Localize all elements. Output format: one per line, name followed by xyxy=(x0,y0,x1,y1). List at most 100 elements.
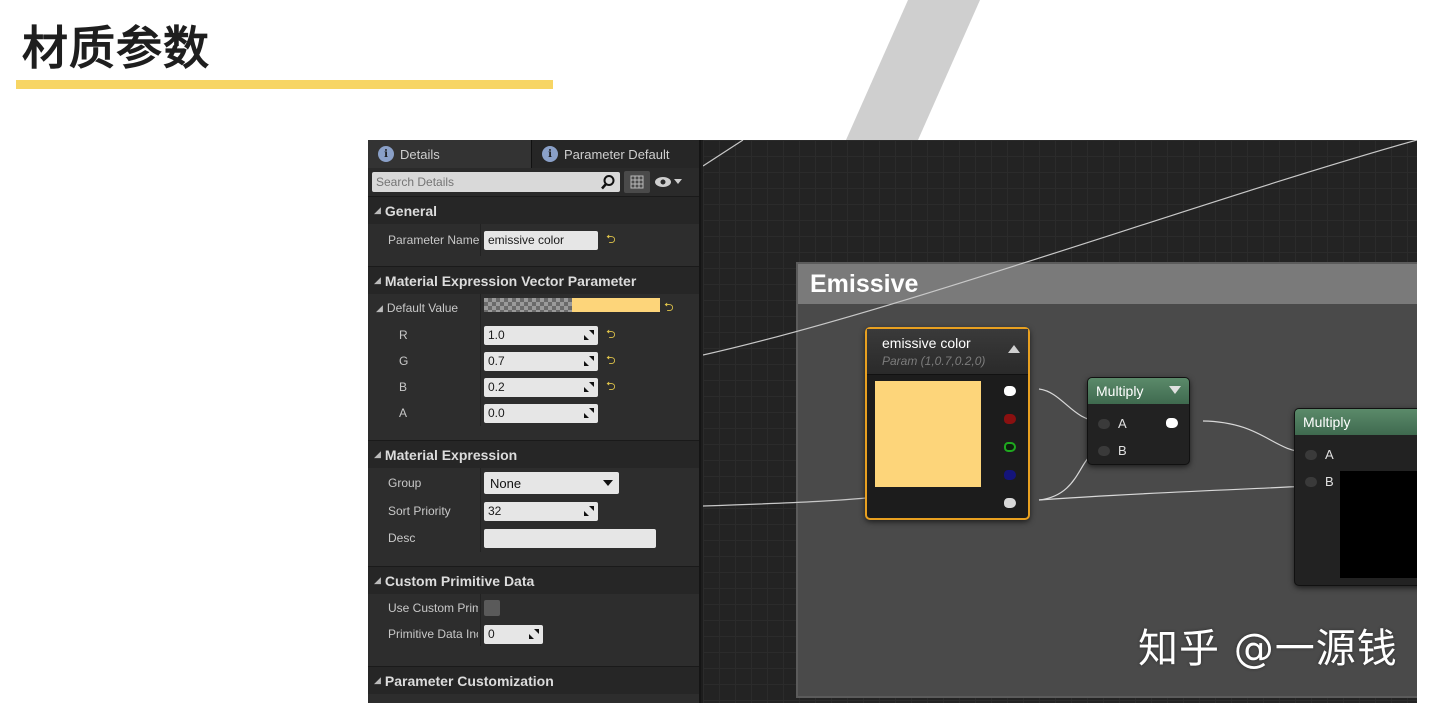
a-label: A xyxy=(399,406,408,420)
parameter-name-row: Parameter Name emissive color ⮌ xyxy=(368,224,699,256)
search-input[interactable] xyxy=(376,175,586,189)
reset-to-default-icon[interactable]: ⮌ xyxy=(606,377,616,398)
drag-spin-icon[interactable] xyxy=(583,407,595,419)
b-field[interactable]: 0.2 xyxy=(484,377,598,397)
pin-dot xyxy=(1305,476,1317,487)
drag-spin-icon[interactable] xyxy=(583,505,595,517)
multiply-node-2[interactable]: Multiply A B xyxy=(1294,408,1417,586)
output-rgb-pin[interactable] xyxy=(1004,386,1016,396)
reset-to-default-icon[interactable]: ⮌ xyxy=(664,298,674,319)
output-a-pin[interactable] xyxy=(1004,498,1016,508)
tab-details[interactable]: i Details xyxy=(368,140,531,168)
details-panel: i Details i Parameter Default Search Det… xyxy=(368,140,701,703)
tab-parameter-default[interactable]: i Parameter Default xyxy=(531,140,699,168)
section-custom-primitive-title: Custom Primitive Data xyxy=(384,572,535,589)
section-vector-parameter-title: Material Expression Vector Parameter xyxy=(384,272,637,289)
b-value: 0.2 xyxy=(488,380,505,394)
grid-icon xyxy=(630,175,644,189)
color-preview xyxy=(572,298,660,312)
sort-priority-field[interactable]: 32 xyxy=(484,501,598,521)
group-label: Group xyxy=(388,476,422,490)
tab-details-label: Details xyxy=(400,146,440,162)
use-custom-prim-checkbox[interactable] xyxy=(484,600,500,616)
sort-priority-row: Sort Priority 32 xyxy=(368,498,699,524)
multiply-node-2-header[interactable]: Multiply xyxy=(1295,409,1417,435)
r-field[interactable]: 1.0 xyxy=(484,325,598,345)
search-box[interactable] xyxy=(372,172,620,192)
slide-title: 材质参数 xyxy=(22,22,210,74)
expand-triangle-icon: ◢ xyxy=(374,675,381,685)
collapse-icon[interactable] xyxy=(1008,345,1020,353)
use-custom-prim-label: Use Custom Prim xyxy=(388,601,478,615)
expand-triangle-icon: ◢ xyxy=(374,449,381,459)
g-row: G 0.7 ⮌ xyxy=(368,348,699,374)
b-label: B xyxy=(399,380,408,394)
property-matrix-button[interactable] xyxy=(624,171,650,193)
multiply-1-pin-b-label: B xyxy=(1118,443,1127,458)
default-value-label: Default Value xyxy=(386,301,459,315)
desc-field[interactable] xyxy=(484,528,656,548)
eye-icon xyxy=(655,177,671,187)
b-row: B 0.2 ⮌ xyxy=(368,374,699,400)
section-material-expression[interactable]: ◢ Material Expression xyxy=(368,440,699,468)
parameter-name-label: Parameter Name xyxy=(388,233,480,247)
expand-triangle-icon: ◢ xyxy=(374,575,381,585)
chevron-down-icon xyxy=(603,480,613,486)
reset-to-default-icon[interactable]: ⮌ xyxy=(606,351,616,372)
vector-parameter-node[interactable]: emissive color Param (1,0.7,0.2,0) xyxy=(865,327,1030,520)
primitive-index-value: 0 xyxy=(488,627,495,641)
section-vector-parameter[interactable]: ◢ Material Expression Vector Parameter xyxy=(368,266,699,294)
primitive-index-field[interactable]: 0 xyxy=(484,624,543,644)
section-parameter-customization[interactable]: ◢ Parameter Customization xyxy=(368,666,699,694)
default-value-label-wrap[interactable]: ◢ Default Value xyxy=(376,301,466,315)
view-options-button[interactable] xyxy=(654,176,682,188)
multiply-2-input-a[interactable]: A xyxy=(1305,447,1334,462)
reset-to-default-icon[interactable]: ⮌ xyxy=(606,230,616,251)
alpha-preview xyxy=(484,298,572,312)
multiply-2-input-b[interactable]: B xyxy=(1305,474,1334,489)
drag-spin-icon[interactable] xyxy=(583,355,595,367)
multiply-node-1[interactable]: Multiply A B xyxy=(1087,377,1190,465)
multiply-1-input-b[interactable]: B xyxy=(1098,443,1127,458)
pin-dot xyxy=(1305,449,1317,460)
output-b-pin[interactable] xyxy=(1004,470,1016,480)
decorative-stripe xyxy=(846,0,980,140)
sort-priority-label: Sort Priority xyxy=(388,504,451,518)
sort-priority-value: 32 xyxy=(488,504,502,518)
search-icon[interactable] xyxy=(600,174,616,190)
drag-spin-icon[interactable] xyxy=(583,329,595,341)
a-field[interactable]: 0.0 xyxy=(484,403,598,423)
output-r-pin[interactable] xyxy=(1004,414,1016,424)
group-row: Group None xyxy=(368,468,699,498)
collapse-icon[interactable] xyxy=(1169,386,1181,394)
drag-spin-icon[interactable] xyxy=(528,628,540,640)
g-field[interactable]: 0.7 xyxy=(484,351,598,371)
multiply-1-output-pin[interactable] xyxy=(1166,418,1178,428)
output-g-pin[interactable] xyxy=(1004,442,1016,452)
r-row: R 1.0 ⮌ xyxy=(368,322,699,348)
details-tabs: i Details i Parameter Default xyxy=(368,140,699,168)
multiply-node-1-header[interactable]: Multiply xyxy=(1088,378,1189,404)
pin-dot xyxy=(1098,445,1110,456)
chevron-down-icon xyxy=(674,179,682,184)
section-general-title: General xyxy=(384,202,438,219)
param-node-subtitle: Param (1,0.7,0.2,0) xyxy=(882,354,986,368)
section-general[interactable]: ◢ General xyxy=(368,196,699,224)
section-parameter-customization-title: Parameter Customization xyxy=(384,672,554,689)
desc-row: Desc xyxy=(368,524,699,552)
desc-label: Desc xyxy=(388,531,416,545)
drag-spin-icon[interactable] xyxy=(583,381,595,393)
default-value-row: ◢ Default Value ⮌ xyxy=(368,294,699,322)
title-underline xyxy=(16,80,553,89)
tab-parameter-default-label: Parameter Default xyxy=(564,146,670,162)
reset-to-default-icon[interactable]: ⮌ xyxy=(606,325,616,346)
parameter-name-field[interactable]: emissive color xyxy=(484,230,598,250)
info-icon: i xyxy=(378,146,394,162)
default-color-swatch[interactable] xyxy=(484,298,660,312)
param-node-header[interactable]: emissive color Param (1,0.7,0.2,0) xyxy=(867,329,1028,375)
group-dropdown[interactable]: None xyxy=(484,472,619,494)
section-custom-primitive-data[interactable]: ◢ Custom Primitive Data xyxy=(368,566,699,594)
g-value: 0.7 xyxy=(488,354,505,368)
multiply-1-input-a[interactable]: A xyxy=(1098,416,1127,431)
expand-triangle-icon: ◢ xyxy=(376,302,383,313)
